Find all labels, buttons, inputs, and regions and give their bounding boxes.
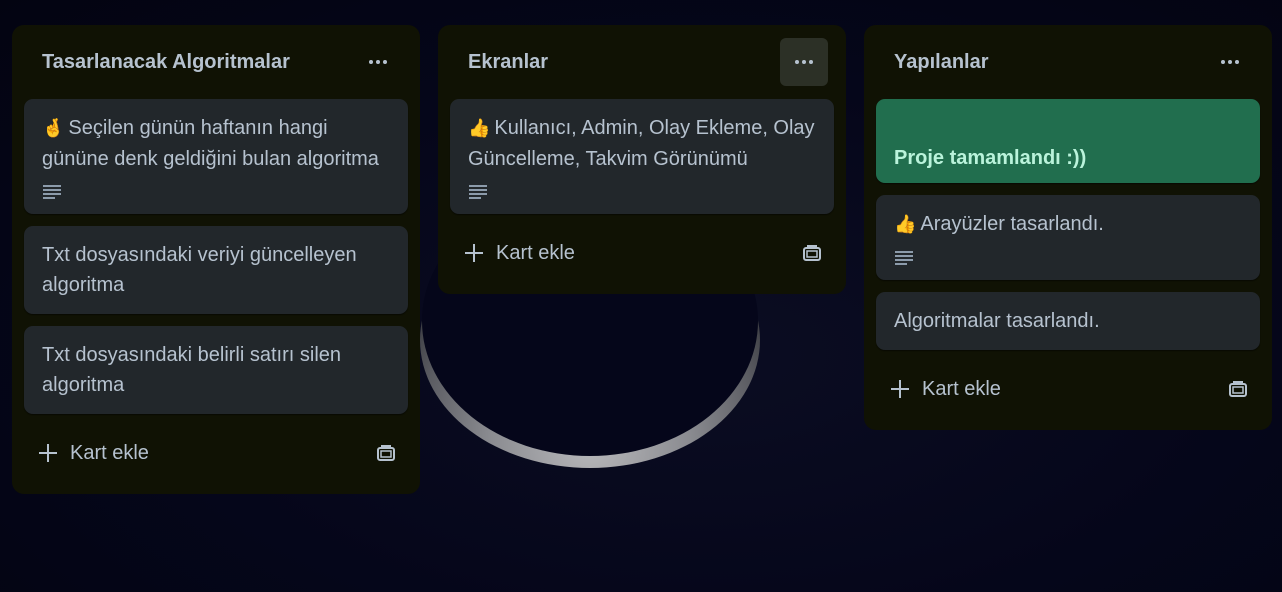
list-tasarlanacak-algoritmalar: Tasarlanacak Algoritmalar 🤞 Seçilen günün… bbox=[12, 25, 420, 494]
list-menu-button[interactable] bbox=[780, 38, 828, 86]
description-lines-icon bbox=[469, 185, 487, 199]
list-menu-button[interactable] bbox=[1206, 38, 1254, 86]
card-title: Txt dosyasındaki belirli satırı silen al… bbox=[42, 344, 342, 396]
card-title: Algoritmalar tasarlandı. bbox=[894, 310, 1100, 332]
card-emoji: 👍 bbox=[468, 118, 491, 139]
create-from-template-button[interactable] bbox=[800, 241, 824, 265]
add-card-label: Kart ekle bbox=[496, 241, 575, 264]
list-menu-button[interactable] bbox=[354, 38, 402, 86]
description-lines-icon bbox=[895, 251, 913, 265]
list-footer: Kart ekle bbox=[450, 224, 834, 282]
list-title[interactable]: Ekranlar bbox=[468, 51, 548, 74]
more-horizontal-icon bbox=[369, 60, 387, 64]
list-header: Ekranlar bbox=[450, 25, 834, 99]
card-template-icon bbox=[377, 445, 395, 461]
list-title[interactable]: Tasarlanacak Algoritmalar bbox=[42, 51, 290, 74]
add-card-label: Kart ekle bbox=[70, 441, 149, 464]
plus-icon bbox=[891, 380, 909, 398]
card-template-icon bbox=[1229, 381, 1247, 397]
add-card-button[interactable]: Kart ekle bbox=[464, 242, 575, 265]
card-template-icon bbox=[803, 245, 821, 261]
create-from-template-button[interactable] bbox=[374, 441, 398, 465]
card[interactable]: Txt dosyasındaki belirli satırı silen al… bbox=[24, 326, 408, 414]
card[interactable]: 🤞 Seçilen günün haftanın hangi gününe den… bbox=[24, 99, 408, 214]
list-title[interactable]: Yapılanlar bbox=[894, 51, 989, 74]
list-footer: Kart ekle bbox=[876, 360, 1260, 418]
card-title: Proje tamamlandı :)) bbox=[894, 147, 1087, 169]
create-from-template-button[interactable] bbox=[1226, 377, 1250, 401]
card-emoji: 🤞 bbox=[42, 118, 65, 139]
card-title: Kullanıcı, Admin, Olay Ekleme, Olay Günc… bbox=[468, 117, 815, 170]
list-footer: Kart ekle bbox=[24, 424, 408, 482]
add-card-button[interactable]: Kart ekle bbox=[38, 442, 149, 465]
plus-icon bbox=[465, 244, 483, 262]
card[interactable]: Algoritmalar tasarlandı. bbox=[876, 292, 1260, 350]
add-card-button[interactable]: Kart ekle bbox=[890, 378, 1001, 401]
plus-icon bbox=[39, 444, 57, 462]
card-title: Seçilen günün haftanın hangi gününe denk… bbox=[42, 117, 379, 170]
card[interactable]: Txt dosyasındaki veriyi güncelleyen algo… bbox=[24, 226, 408, 314]
card[interactable]: 👍 Arayüzler tasarlandı. bbox=[876, 195, 1260, 280]
card-with-color-cover[interactable]: Proje tamamlandı :)) bbox=[876, 99, 1260, 183]
list-header: Yapılanlar bbox=[876, 25, 1260, 99]
description-lines-icon bbox=[43, 185, 61, 199]
more-horizontal-icon bbox=[1221, 60, 1239, 64]
board: Tasarlanacak Algoritmalar 🤞 Seçilen günün… bbox=[0, 0, 1282, 592]
more-horizontal-icon bbox=[795, 60, 813, 64]
card[interactable]: 👍 Kullanıcı, Admin, Olay Ekleme, Olay Gün… bbox=[450, 99, 834, 214]
list-header: Tasarlanacak Algoritmalar bbox=[24, 25, 408, 99]
card-title: Txt dosyasındaki veriyi güncelleyen algo… bbox=[42, 244, 357, 296]
card-emoji: 👍 bbox=[894, 214, 917, 235]
list-yapilanlar: Yapılanlar Proje tamamlandı :)) 👍 Arayüzl… bbox=[864, 25, 1272, 430]
add-card-label: Kart ekle bbox=[922, 377, 1001, 400]
list-ekranlar: Ekranlar 👍 Kullanıcı, Admin, Olay Ekleme,… bbox=[438, 25, 846, 294]
card-title: Arayüzler tasarlandı. bbox=[920, 213, 1104, 235]
